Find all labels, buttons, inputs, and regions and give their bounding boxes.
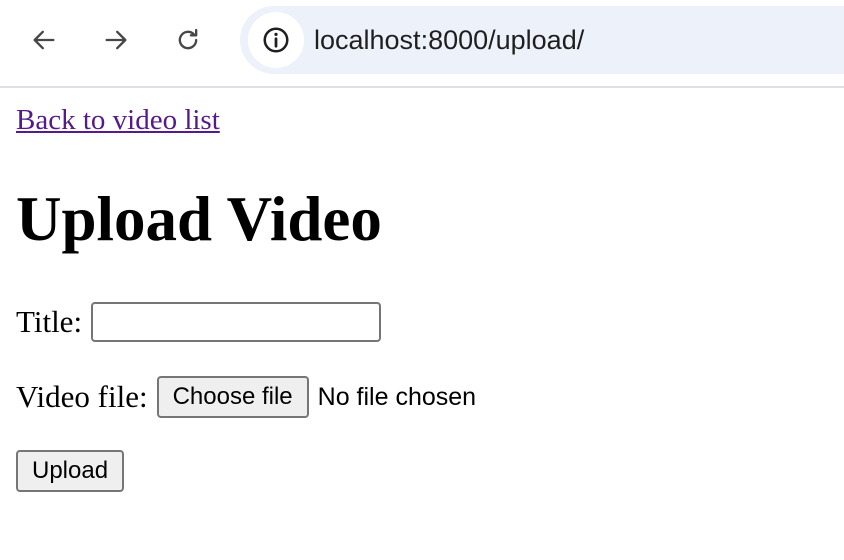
file-status-text: No file chosen [317, 382, 477, 411]
site-info-button[interactable] [248, 12, 304, 68]
submit-row: Upload [16, 450, 125, 492]
info-icon [263, 27, 289, 53]
title-input[interactable] [91, 302, 382, 342]
upload-button[interactable]: Upload [16, 450, 125, 492]
page-title: Upload Video [16, 184, 382, 254]
browser-toolbar: localhost:8000/upload/ [0, 0, 844, 88]
arrow-left-icon [33, 30, 55, 50]
arrow-right-icon [105, 30, 127, 50]
address-bar[interactable]: localhost:8000/upload/ [240, 6, 844, 74]
video-file-row: Video file: Choose file No file chosen [16, 375, 476, 419]
back-button[interactable] [24, 20, 64, 60]
forward-button[interactable] [96, 20, 136, 60]
video-file-label: Video file: [16, 379, 148, 414]
url-text[interactable]: localhost:8000/upload/ [314, 6, 584, 74]
reload-button[interactable] [168, 20, 208, 60]
choose-file-button[interactable]: Choose file [156, 376, 309, 418]
reload-icon [178, 28, 198, 50]
title-field-row: Title: [16, 300, 382, 344]
back-to-video-list-link[interactable]: Back to video list [16, 104, 220, 137]
title-label: Title: [16, 304, 83, 339]
